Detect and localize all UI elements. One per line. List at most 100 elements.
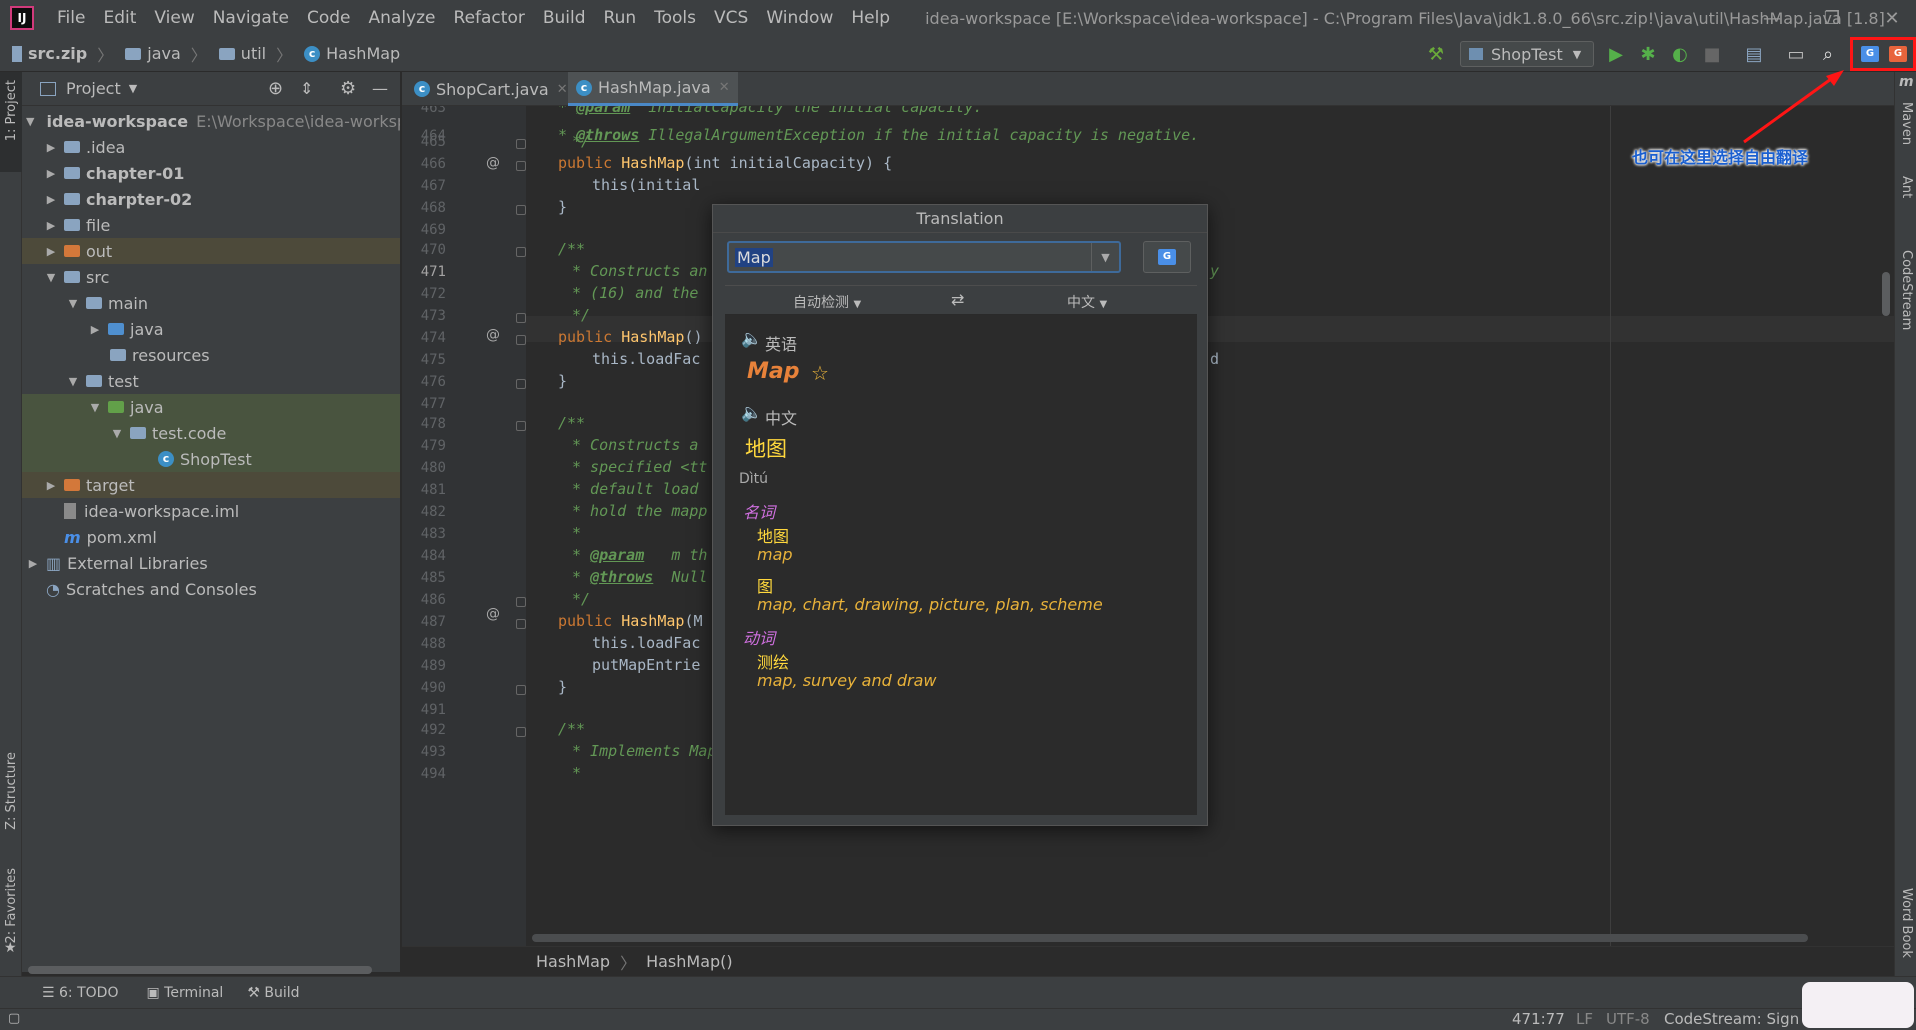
layout-icon[interactable]: ▢ xyxy=(8,1011,20,1026)
favorites-stripe-button[interactable]: 2: Favorites xyxy=(4,868,19,944)
gear-icon[interactable]: ⚙ xyxy=(340,78,356,99)
tree-item[interactable]: ▶ target xyxy=(22,472,400,498)
target-language-select[interactable]: 中文 ▼ xyxy=(1067,292,1107,312)
menu-vcs[interactable]: VCS xyxy=(705,8,757,28)
build-button[interactable]: ⚒ Build xyxy=(247,985,299,1001)
crumb-java[interactable]: java 〉 xyxy=(125,42,207,66)
tree-item[interactable]: ▶ .idea xyxy=(22,134,400,160)
breadcrumb-method[interactable]: HashMap() xyxy=(646,952,733,971)
maven-stripe-button[interactable]: Maven xyxy=(1899,102,1914,145)
fold-marker-icon[interactable] xyxy=(516,205,526,215)
fold-marker-icon[interactable] xyxy=(516,139,526,149)
tree-item[interactable]: ▶ java xyxy=(22,316,400,342)
menu-analyze[interactable]: Analyze xyxy=(360,8,445,28)
minimize-icon[interactable]: — xyxy=(1750,0,1794,36)
tree-item[interactable]: ▼ src xyxy=(22,264,400,290)
close-icon[interactable]: ✕ xyxy=(1870,0,1914,36)
menu-navigate[interactable]: Navigate xyxy=(204,8,298,28)
crumb-util[interactable]: util 〉 xyxy=(218,42,292,66)
tree-item[interactable]: ▼ main xyxy=(22,290,400,316)
project-panel-title[interactable]: Project xyxy=(66,79,121,98)
breadcrumb-class[interactable]: HashMap xyxy=(536,952,610,971)
run-icon[interactable]: ▶ xyxy=(1604,42,1628,66)
build-hammer-icon[interactable]: ⚒ xyxy=(1424,42,1448,66)
editor-horizontal-scrollbar[interactable] xyxy=(532,934,1808,942)
project-stripe-button[interactable]: 1: Project xyxy=(0,72,22,172)
fold-marker-icon[interactable] xyxy=(516,597,526,607)
menu-view[interactable]: View xyxy=(145,8,203,28)
star-icon[interactable]: ☆ xyxy=(811,361,829,385)
fold-marker-icon[interactable] xyxy=(516,247,526,257)
caret-position[interactable]: 471:77 xyxy=(1512,1010,1565,1028)
structure-stripe-button[interactable]: Z: Structure xyxy=(4,752,19,830)
fold-marker-icon[interactable] xyxy=(516,619,526,629)
hide-icon[interactable]: — xyxy=(372,79,388,98)
menu-help[interactable]: Help xyxy=(842,8,899,28)
menu-refactor[interactable]: Refactor xyxy=(445,8,534,28)
fold-marker-icon[interactable] xyxy=(516,421,526,431)
tree-item[interactable]: resources xyxy=(22,342,400,368)
menu-edit[interactable]: Edit xyxy=(94,8,145,28)
terminal-window-icon[interactable]: ▭ xyxy=(1784,42,1808,66)
tree-item[interactable]: ▶ ▥ External Libraries xyxy=(22,550,400,576)
menu-build[interactable]: Build xyxy=(534,8,595,28)
crumb-hashmap[interactable]: c HashMap xyxy=(304,44,400,63)
menu-code[interactable]: Code xyxy=(298,8,360,28)
tree-item[interactable]: ▶ out xyxy=(22,238,400,264)
tree-item[interactable]: c ShopTest xyxy=(22,446,400,472)
menu-run[interactable]: Run xyxy=(595,8,646,28)
tree-item[interactable]: ◔ Scratches and Consoles xyxy=(22,576,400,602)
close-tab-icon[interactable]: ✕ xyxy=(719,80,730,95)
terminal-button[interactable]: ▣ Terminal xyxy=(146,985,223,1001)
fold-marker-icon[interactable] xyxy=(516,379,526,389)
google-translate-button[interactable]: G xyxy=(1143,241,1191,273)
codestream-stripe-button[interactable]: CodeStream xyxy=(1899,250,1914,330)
project-horizontal-scrollbar[interactable] xyxy=(28,966,372,974)
debug-icon[interactable]: ✱ xyxy=(1636,42,1660,66)
fold-marker-icon[interactable] xyxy=(516,335,526,345)
fold-marker-icon[interactable] xyxy=(516,727,526,737)
codestream-status[interactable]: CodeStream: Sign i xyxy=(1664,1010,1808,1028)
locate-icon[interactable]: ⊕ xyxy=(268,78,283,99)
tree-item[interactable]: ▼ idea-workspace E:\Workspace\idea-worksp xyxy=(22,108,400,134)
menu-window[interactable]: Window xyxy=(757,8,842,28)
override-marker-icon[interactable]: @ xyxy=(486,606,500,622)
coverage-icon[interactable]: ◐ xyxy=(1668,42,1692,66)
close-tab-icon[interactable]: ✕ xyxy=(557,82,568,97)
crumb-src-zip[interactable]: src.zip 〉 xyxy=(12,42,113,66)
collapse-all-icon[interactable]: ⇕ xyxy=(300,79,313,98)
tree-item[interactable]: ▶ chapter-01 xyxy=(22,160,400,186)
restore-icon[interactable]: ❐ xyxy=(1810,0,1854,36)
translation-input[interactable]: Map ▼ xyxy=(727,241,1121,273)
tree-item[interactable]: ▼ test.code xyxy=(22,420,400,446)
tree-item[interactable]: ▶ file xyxy=(22,212,400,238)
tree-item[interactable]: ▼ java xyxy=(22,394,400,420)
speaker-icon[interactable]: 🔈 xyxy=(741,329,762,349)
tab-hashmap[interactable]: c HashMap.java ✕ xyxy=(568,72,738,106)
source-language-select[interactable]: 自动检测 ▼ xyxy=(793,292,861,312)
stop-icon[interactable]: ■ xyxy=(1700,42,1724,66)
editor-vertical-scrollbar[interactable] xyxy=(1882,272,1890,316)
fold-marker-icon[interactable] xyxy=(516,685,526,695)
menu-tools[interactable]: Tools xyxy=(645,8,705,28)
file-encoding[interactable]: UTF-8 xyxy=(1606,1010,1650,1028)
wordbook-stripe-button[interactable]: Word Book xyxy=(1899,888,1914,958)
tree-item[interactable]: m pom.xml xyxy=(22,524,400,550)
todo-button[interactable]: ☰ 6: TODO xyxy=(42,985,118,1001)
ant-stripe-button[interactable]: Ant xyxy=(1899,176,1914,198)
fold-marker-icon[interactable] xyxy=(516,161,526,171)
tree-item[interactable]: idea-workspace.iml xyxy=(22,498,400,524)
line-separator[interactable]: LF xyxy=(1576,1010,1593,1028)
override-marker-icon[interactable]: @ xyxy=(486,327,500,343)
tab-shopcart[interactable]: c ShopCart.java ✕ xyxy=(406,72,576,106)
override-marker-icon[interactable]: @ xyxy=(486,155,500,171)
speaker-icon[interactable]: 🔈 xyxy=(741,403,762,423)
tree-item[interactable]: ▼ test xyxy=(22,368,400,394)
menu-file[interactable]: File xyxy=(48,8,94,28)
swap-language-icon[interactable]: ⇄ xyxy=(951,290,964,309)
chevron-down-icon[interactable]: ▼ xyxy=(1091,243,1119,271)
project-structure-icon[interactable]: ▤ xyxy=(1742,42,1766,66)
run-config-select[interactable]: ShopTest ▼ xyxy=(1460,41,1594,67)
fold-marker-icon[interactable] xyxy=(516,313,526,323)
search-icon[interactable]: ⌕ xyxy=(1816,42,1840,66)
